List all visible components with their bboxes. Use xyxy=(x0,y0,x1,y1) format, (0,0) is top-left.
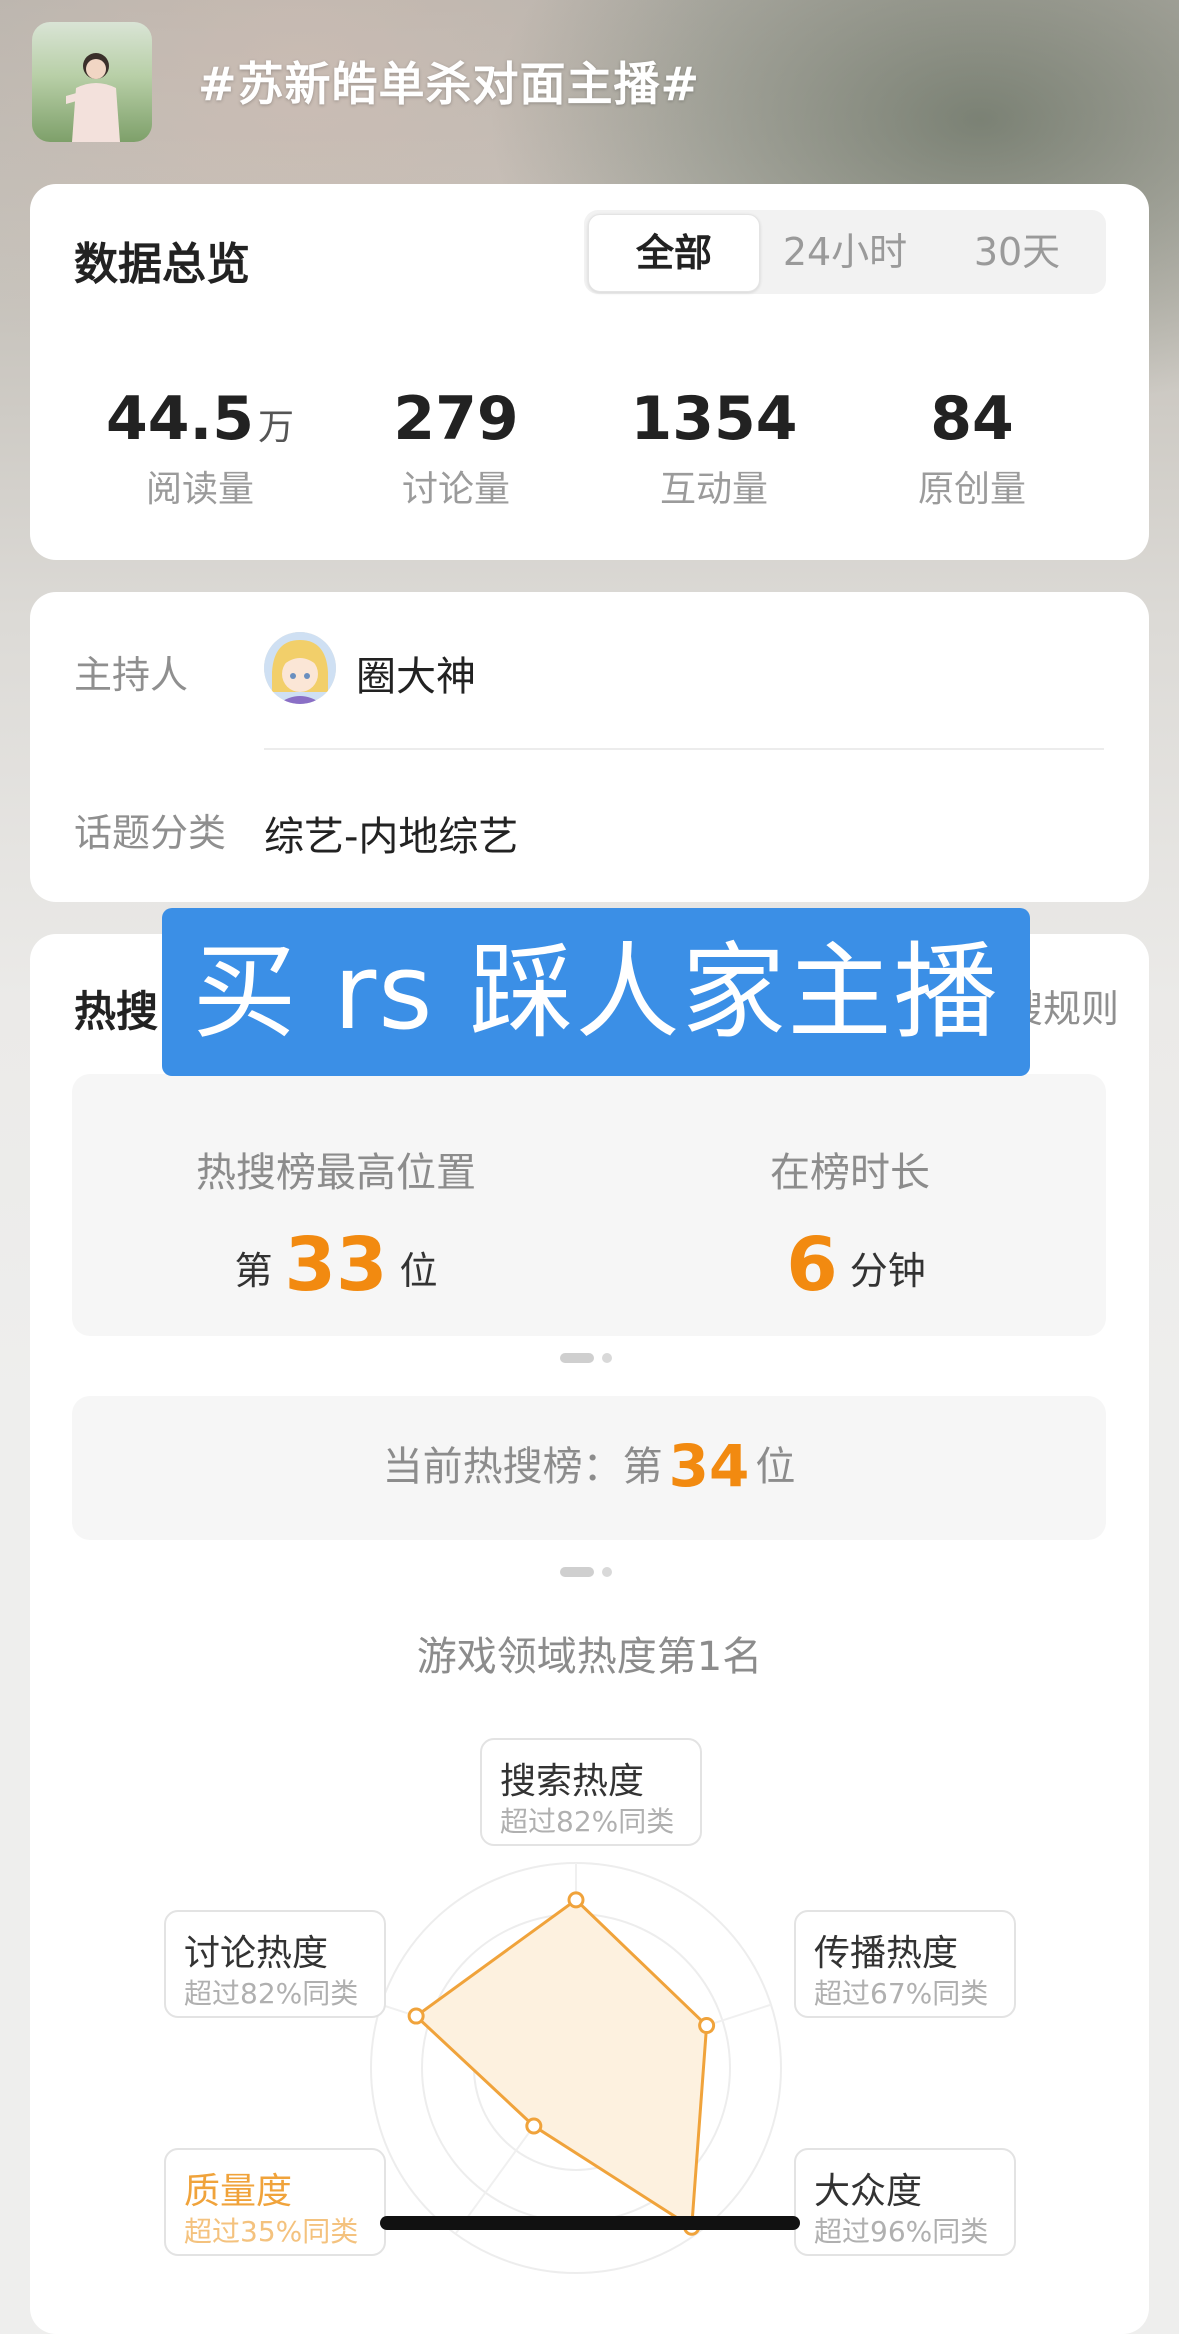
duration-unit: 分钟 xyxy=(849,1249,926,1293)
metric-quality: 质量度 超过35%同类 xyxy=(164,2148,386,2256)
stat-unit: 万 xyxy=(258,407,295,448)
stat-originals: 84 原创量 xyxy=(842,384,1102,512)
host-label: 主持人 xyxy=(74,653,189,697)
topic-info-card: 主持人 圈大神 话题分类 综艺-内地综艺 xyxy=(30,592,1149,902)
tab-24h[interactable]: 24小时 xyxy=(760,214,930,290)
duration-label: 在榜时长 xyxy=(770,1150,930,1196)
radar-point xyxy=(698,2017,716,2035)
peak-suffix: 位 xyxy=(399,1249,438,1293)
category-value: 综艺-内地综艺 xyxy=(264,814,519,860)
pager-dot-active xyxy=(560,1567,594,1577)
anime-avatar-icon xyxy=(264,632,336,704)
metric-name: 讨论热度 xyxy=(184,1933,329,1974)
metric-search-heat: 搜索热度 超过82%同类 xyxy=(480,1738,702,1846)
pager-dots xyxy=(560,1562,620,1577)
topic-title: #苏新皓单杀对面主播# xyxy=(198,57,701,111)
domain-rank: 游戏领域热度第1名 xyxy=(416,1634,763,1680)
topic-avatar[interactable] xyxy=(32,22,152,142)
radar-chart xyxy=(370,1862,782,2274)
current-rank-suffix: 位 xyxy=(755,1444,796,1490)
divider xyxy=(264,748,1104,750)
stat-value: 279 xyxy=(393,384,519,454)
overview-title: 数据总览 xyxy=(74,239,250,290)
metric-note: 超过35%同类 xyxy=(184,2215,359,2248)
hot-search-title: 热搜 xyxy=(74,987,159,1036)
metric-name: 传播热度 xyxy=(814,1933,959,1974)
host-avatar[interactable] xyxy=(264,632,336,704)
duration-value: 6 分钟 xyxy=(640,1222,1060,1308)
person-photo-icon xyxy=(66,53,120,142)
home-indicator[interactable] xyxy=(380,2216,800,2230)
current-rank: 当前热搜榜：第 34 位 xyxy=(72,1432,1106,1500)
metric-note: 超过82%同类 xyxy=(500,1805,675,1838)
metric-name: 大众度 xyxy=(814,2171,923,2212)
current-rank-number: 34 xyxy=(668,1432,750,1500)
metric-popularity: 大众度 超过96%同类 xyxy=(794,2148,1016,2256)
host-name[interactable]: 圈大神 xyxy=(356,644,476,702)
radar-point xyxy=(567,1891,585,1909)
metric-discussion-heat: 讨论热度 超过82%同类 xyxy=(164,1910,386,2018)
tab-all[interactable]: 全部 xyxy=(588,214,760,292)
pager-dots xyxy=(560,1348,620,1363)
stat-interactions: 1354 互动量 xyxy=(584,384,844,512)
stat-discussions: 279 讨论量 xyxy=(326,384,586,512)
category-label: 话题分类 xyxy=(74,811,227,855)
stat-value: 44.5 xyxy=(105,384,255,454)
peak-rank-value: 第 33 位 xyxy=(126,1222,546,1308)
duration-number: 6 xyxy=(786,1222,838,1308)
stat-reads: 44.5 万 阅读量 xyxy=(70,384,330,512)
radar-area xyxy=(413,1897,709,2230)
time-range-tabs: 全部 24小时 30天 xyxy=(584,210,1106,294)
tab-30d[interactable]: 30天 xyxy=(932,214,1102,290)
stat-label: 原创量 xyxy=(917,469,1026,510)
overview-card: 数据总览 全部 24小时 30天 44.5 万 阅读量 279 讨论量 1354 … xyxy=(30,184,1149,560)
metric-spread-heat: 传播热度 超过67%同类 xyxy=(794,1910,1016,2018)
metric-note: 超过96%同类 xyxy=(814,2215,989,2248)
radar-point xyxy=(525,2117,543,2135)
pager-dot xyxy=(602,1567,612,1577)
metric-note: 超过67%同类 xyxy=(814,1977,989,2010)
pager-dot-active xyxy=(560,1353,594,1363)
metric-name: 搜索热度 xyxy=(500,1761,645,1802)
radar-point xyxy=(407,2007,425,2025)
metric-name: 质量度 xyxy=(184,2171,293,2212)
peak-rank-number: 33 xyxy=(284,1222,388,1308)
stat-value: 84 xyxy=(930,384,1014,454)
video-caption-overlay: 买 rs 踩人家主播 xyxy=(162,908,1030,1076)
current-rank-box: 当前热搜榜：第 34 位 xyxy=(72,1396,1106,1540)
current-rank-prefix: 当前热搜榜：第 xyxy=(382,1444,663,1490)
stat-label: 阅读量 xyxy=(145,469,254,510)
stat-label: 互动量 xyxy=(659,469,768,510)
stat-value: 1354 xyxy=(630,384,798,454)
hot-search-stats-box: 热搜榜最高位置 第 33 位 在榜时长 6 分钟 xyxy=(72,1074,1106,1336)
peak-rank-label: 热搜榜最高位置 xyxy=(196,1150,476,1196)
metric-note: 超过82%同类 xyxy=(184,1977,359,2010)
peak-prefix: 第 xyxy=(234,1249,273,1293)
stat-label: 讨论量 xyxy=(401,469,510,510)
pager-dot xyxy=(602,1353,612,1363)
